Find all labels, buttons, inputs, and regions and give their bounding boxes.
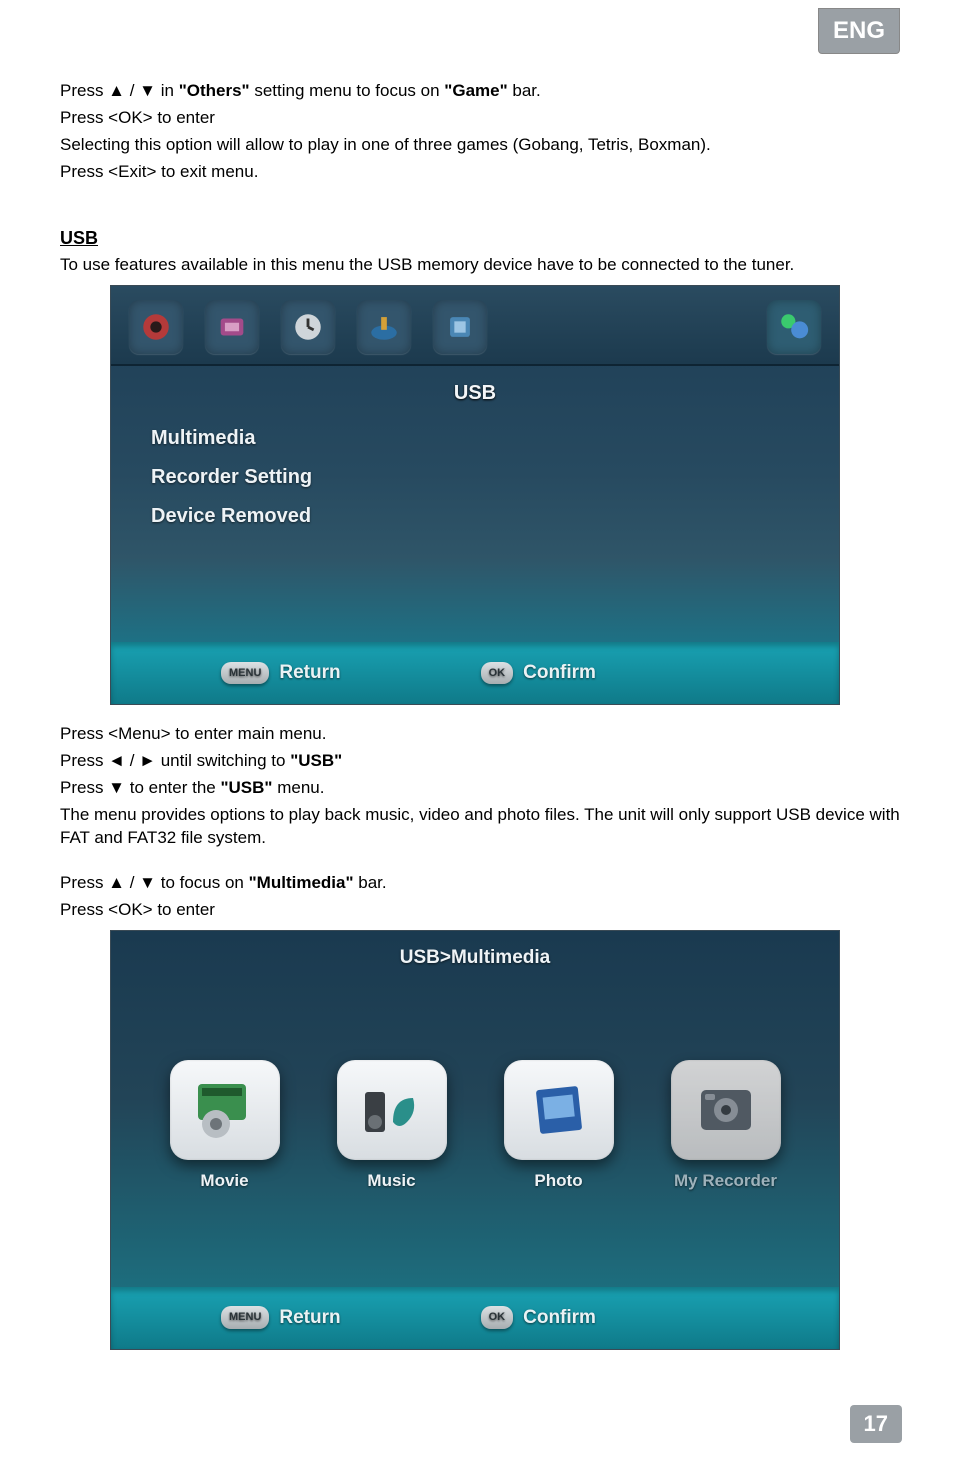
channel-icon xyxy=(205,300,259,354)
menu-item-multimedia[interactable]: Multimedia xyxy=(151,419,839,458)
return-label: Return xyxy=(279,660,340,686)
usb-icon xyxy=(767,300,821,354)
recorder-icon xyxy=(671,1060,781,1160)
media-item-music[interactable]: Music xyxy=(337,1060,447,1193)
media-item-movie[interactable]: Movie xyxy=(170,1060,280,1193)
media-label: My Recorder xyxy=(674,1170,777,1193)
screenshot-usb-menu: USB Multimedia Recorder Setting Device R… xyxy=(110,285,840,705)
media-label: Music xyxy=(367,1170,415,1193)
text: Press ▼ to enter the xyxy=(60,778,220,797)
usb-intro: To use features available in this menu t… xyxy=(60,254,900,277)
instr-line: Press <Menu> to enter main menu. xyxy=(60,723,900,746)
text: menu. xyxy=(272,778,324,797)
intro-line-2: Press <OK> to enter xyxy=(60,107,900,130)
setup-icon xyxy=(129,300,183,354)
media-label: Photo xyxy=(534,1170,582,1193)
confirm-label: Confirm xyxy=(523,1305,596,1331)
instr-line: Press ◄ / ► until switching to "USB" xyxy=(60,750,900,773)
menu-title: USB xyxy=(111,380,839,407)
language-badge: ENG xyxy=(818,8,900,54)
media-item-photo[interactable]: Photo xyxy=(504,1060,614,1193)
instr-line: The menu provides options to play back m… xyxy=(60,804,900,850)
return-button[interactable]: MENU Return xyxy=(221,1305,341,1331)
text: Press ◄ / ► until switching to xyxy=(60,751,290,770)
menu-key-pill: MENU xyxy=(221,1306,269,1329)
time-icon xyxy=(281,300,335,354)
instr-line: Press <OK> to enter xyxy=(60,899,900,922)
footer-bar: MENU Return OK Confirm xyxy=(111,642,839,704)
instr-line: Press ▲ / ▼ to focus on "Multimedia" bar… xyxy=(60,872,900,895)
confirm-label: Confirm xyxy=(523,660,596,686)
ok-key-pill: OK xyxy=(481,662,514,685)
text-bold: "Game" xyxy=(444,81,507,100)
menu-item-recorder-setting[interactable]: Recorder Setting xyxy=(151,458,839,497)
media-label: Movie xyxy=(200,1170,248,1193)
instr-line: Press ▼ to enter the "USB" menu. xyxy=(60,777,900,800)
text-bold: "Multimedia" xyxy=(249,873,354,892)
text: bar. xyxy=(508,81,541,100)
return-button[interactable]: MENU Return xyxy=(221,660,341,686)
confirm-button[interactable]: OK Confirm xyxy=(481,660,596,686)
text-bold: "USB" xyxy=(220,778,272,797)
intro-line-4: Press <Exit> to exit menu. xyxy=(60,161,900,184)
photo-icon xyxy=(504,1060,614,1160)
menu-item-device-removed[interactable]: Device Removed xyxy=(151,497,839,536)
system-icon xyxy=(433,300,487,354)
tools-icon xyxy=(357,300,411,354)
return-label: Return xyxy=(279,1305,340,1331)
movie-icon xyxy=(170,1060,280,1160)
confirm-button[interactable]: OK Confirm xyxy=(481,1305,596,1331)
icon-bar xyxy=(111,286,839,366)
screenshot-multimedia: USB>Multimedia Movie xyxy=(110,930,840,1350)
page-content: Press ▲ / ▼ in "Others" setting menu to … xyxy=(0,0,960,1388)
text: bar. xyxy=(354,873,387,892)
page-number: 17 xyxy=(850,1405,902,1443)
music-icon xyxy=(337,1060,447,1160)
menu-list: Multimedia Recorder Setting Device Remov… xyxy=(111,419,839,666)
text-bold: "Others" xyxy=(179,81,250,100)
ok-key-pill: OK xyxy=(481,1306,514,1329)
usb-heading: USB xyxy=(60,226,900,250)
text: setting menu to focus on xyxy=(250,81,445,100)
media-item-my-recorder[interactable]: My Recorder xyxy=(671,1060,781,1193)
text: Press ▲ / ▼ to focus on xyxy=(60,873,249,892)
intro-line-1: Press ▲ / ▼ in "Others" setting menu to … xyxy=(60,80,900,103)
media-row: Movie Music xyxy=(111,1060,839,1193)
text-bold: "USB" xyxy=(290,751,342,770)
footer-bar: MENU Return OK Confirm xyxy=(111,1287,839,1349)
breadcrumb: USB>Multimedia xyxy=(111,931,839,971)
intro-line-3: Selecting this option will allow to play… xyxy=(60,134,900,157)
menu-key-pill: MENU xyxy=(221,662,269,685)
text: Press ▲ / ▼ in xyxy=(60,81,179,100)
